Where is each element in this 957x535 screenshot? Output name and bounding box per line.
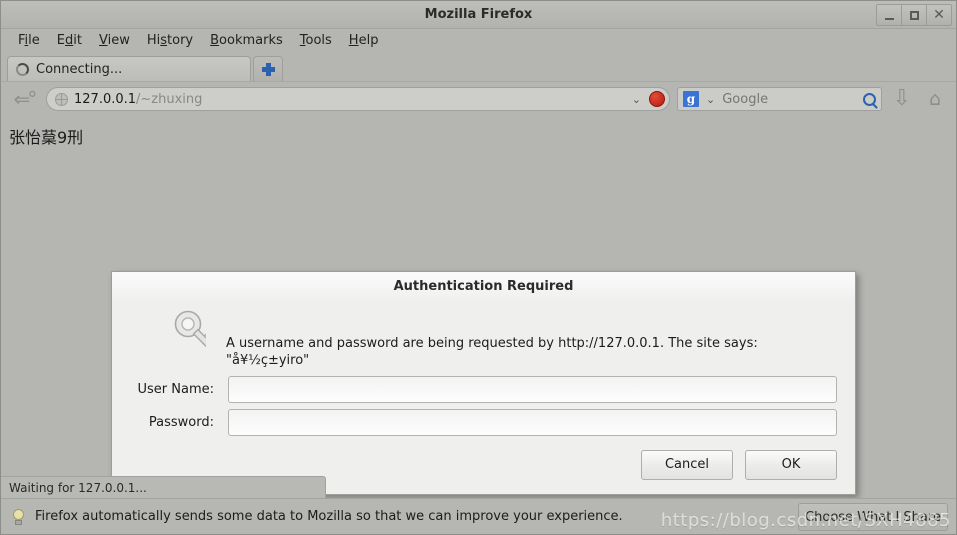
menu-history-post: tory <box>167 33 194 48</box>
menu-history-pre: Hi <box>146 33 161 48</box>
url-path: /~zhuxing <box>136 91 203 107</box>
menu-edit-post: it <box>73 33 82 48</box>
status-text: Waiting for 127.0.0.1... <box>9 480 147 495</box>
close-button[interactable]: ✕ <box>926 4 952 26</box>
menu-item-bookmarks[interactable]: Bookmarks <box>203 31 290 51</box>
loading-spinner-icon <box>16 62 29 76</box>
menu-bookmarks-accel: B <box>210 33 220 48</box>
password-input[interactable] <box>228 408 837 436</box>
ok-button[interactable]: OK <box>745 449 837 480</box>
page-body-text: 张怡葈9刑 <box>9 128 84 147</box>
menu-bar: File Edit View History Bookmarks Tools H… <box>1 29 956 53</box>
title-bar: Mozilla Firefox ✕ <box>1 1 956 29</box>
cancel-button[interactable]: Cancel <box>641 449 733 480</box>
downloads-button[interactable]: ⇩ <box>889 86 915 112</box>
lightbulb-icon <box>11 508 27 526</box>
url-bar[interactable]: 127.0.0.1/~zhuxing ⌄ <box>46 87 670 111</box>
dialog-message: A username and password are being reques… <box>226 336 758 368</box>
search-placeholder: Google <box>722 91 769 107</box>
menu-view-accel: V <box>99 33 108 48</box>
home-icon: ⌂ <box>928 87 942 110</box>
password-row: Password: <box>130 408 837 436</box>
menu-tools-post: ools <box>305 33 332 48</box>
menu-bookmarks-post: ookmarks <box>219 33 283 48</box>
globe-icon <box>55 92 68 106</box>
clipped-red-text <box>1 533 401 534</box>
menu-item-file[interactable]: File <box>11 31 47 51</box>
minimize-icon <box>884 17 894 20</box>
notification-bar: Firefox automatically sends some data to… <box>1 498 956 534</box>
navigation-toolbar: ⇐° 127.0.0.1/~zhuxing ⌄ g ⌄ Google ⇩ ⌂ <box>1 81 956 116</box>
minimize-button[interactable] <box>876 4 902 26</box>
key-icon <box>152 308 218 358</box>
menu-item-view[interactable]: View <box>92 31 137 51</box>
url-text: 127.0.0.1/~zhuxing <box>74 92 624 107</box>
download-arrow-icon: ⇩ <box>892 86 912 111</box>
tab-active[interactable]: Connecting... <box>7 56 251 81</box>
page-content: 张怡葈9刑 Authentication Required A username… <box>1 116 956 534</box>
maximize-button[interactable] <box>901 4 927 26</box>
authentication-dialog: Authentication Required A username and p… <box>111 271 856 495</box>
chevron-down-icon[interactable]: ⌄ <box>630 93 643 106</box>
new-tab-button[interactable] <box>253 56 283 81</box>
username-row: User Name: <box>130 375 837 403</box>
maximize-icon <box>909 10 919 20</box>
menu-item-edit[interactable]: Edit <box>50 31 89 51</box>
username-label: User Name: <box>137 381 215 397</box>
choose-what-i-share-button[interactable]: Choose What I Share <box>798 503 948 531</box>
menu-item-history[interactable]: History <box>140 31 200 51</box>
menu-item-tools[interactable]: Tools <box>293 31 339 51</box>
back-arrow-icon: ⇐° <box>13 87 38 111</box>
window-controls: ✕ <box>876 4 952 26</box>
menu-history-accel: s <box>160 33 168 48</box>
menu-help-post: elp <box>358 33 379 48</box>
menu-help-accel: H <box>348 33 359 48</box>
search-bar[interactable]: g ⌄ Google <box>677 87 882 111</box>
close-icon: ✕ <box>933 7 945 23</box>
search-icon[interactable] <box>863 92 876 106</box>
tab-label: Connecting... <box>36 61 123 77</box>
menu-file-post: le <box>28 33 40 48</box>
dialog-message-row: A username and password are being reques… <box>130 308 837 370</box>
status-bar: Waiting for 127.0.0.1... <box>1 476 326 498</box>
dialog-title: Authentication Required <box>112 272 855 302</box>
menu-item-help[interactable]: Help <box>342 31 386 51</box>
back-forward-button[interactable]: ⇐° <box>9 87 39 111</box>
password-label: Password: <box>148 414 214 430</box>
url-host: 127.0.0.1 <box>74 91 137 107</box>
tab-strip: Connecting... <box>1 53 956 81</box>
home-button[interactable]: ⌂ <box>922 86 948 112</box>
username-input[interactable] <box>228 375 837 403</box>
plus-icon <box>261 62 275 76</box>
menu-edit-pre: E <box>56 33 66 48</box>
firefox-window: Mozilla Firefox ✕ File Edit View History… <box>0 0 957 535</box>
dialog-body: A username and password are being reques… <box>112 302 855 436</box>
menu-view-post: iew <box>107 33 130 48</box>
stop-icon[interactable] <box>649 91 665 107</box>
search-engine-chevron-icon[interactable]: ⌄ <box>704 93 717 106</box>
google-icon: g <box>683 91 699 107</box>
window-title: Mozilla Firefox <box>424 7 533 22</box>
